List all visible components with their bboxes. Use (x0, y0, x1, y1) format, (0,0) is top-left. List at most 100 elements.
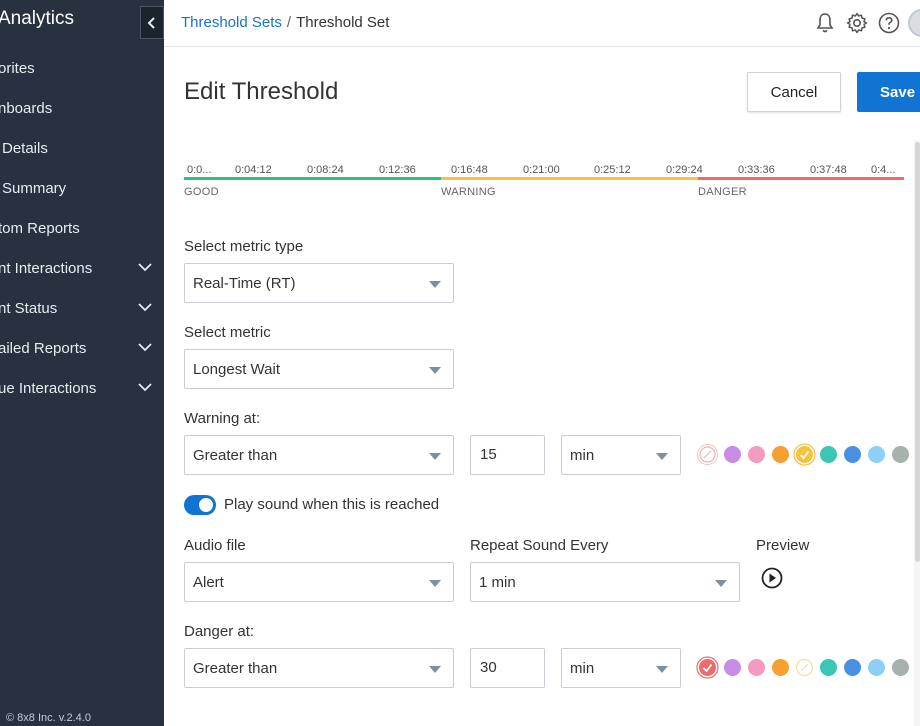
swatch-light-blue[interactable] (868, 446, 885, 463)
timeline-tick: 0:16:48 (451, 164, 488, 176)
chevron-down-icon (138, 343, 152, 352)
caret-down-icon (429, 580, 441, 587)
timeline-bar-warning (441, 177, 698, 180)
breadcrumb-threshold-sets-link[interactable]: Threshold Sets (181, 14, 282, 31)
scrollbar-thumb[interactable] (915, 142, 920, 562)
sidebar-item-agent-interactions[interactable]: nt Interactions (0, 248, 164, 288)
timeline-tick: 0:04:12 (235, 164, 272, 176)
sidebar-item-queue-interactions[interactable]: ue Interactions (0, 368, 164, 408)
breadcrumb: Threshold Sets / Threshold Set (181, 14, 389, 31)
caret-down-icon (656, 453, 668, 460)
repeat-sound-select[interactable]: 1 min (470, 562, 740, 602)
warning-unit-value: min (570, 447, 595, 464)
sidebar-item-label: nt Status (0, 299, 58, 317)
timeline-bar-good (184, 177, 441, 180)
play-sound-toggle[interactable] (184, 495, 216, 515)
metric-select[interactable]: Longest Wait (184, 349, 454, 389)
swatch-orange[interactable] (772, 446, 789, 463)
swatch-blue[interactable] (844, 659, 861, 676)
caret-down-icon (429, 281, 441, 288)
audio-file-label: Audio file (184, 537, 246, 554)
warning-condition-value: Greater than (193, 447, 278, 464)
danger-value-input[interactable]: 30 (470, 648, 545, 688)
play-sound-label: Play sound when this is reached (224, 496, 440, 513)
sidebar-item-label: ue Interactions (0, 379, 97, 397)
danger-condition-select[interactable]: Greater than (184, 648, 454, 688)
caret-down-icon (656, 666, 668, 673)
app-root: Analytics orites nboards Details Summary… (0, 0, 920, 726)
metric-value: Longest Wait (193, 361, 280, 378)
swatch-purple[interactable] (724, 659, 741, 676)
swatch-pink[interactable] (748, 446, 765, 463)
sidebar-item-summary[interactable]: Summary (0, 168, 164, 208)
avatar[interactable] (908, 9, 920, 37)
sidebar-nav: orites nboards Details Summary tom Repor… (0, 48, 164, 408)
zone-label-danger: DANGER (698, 186, 747, 198)
swatch-none[interactable] (697, 444, 718, 465)
timeline-tick: 0:33:36 (738, 164, 775, 176)
gear-icon[interactable] (845, 11, 869, 35)
caret-down-icon (715, 580, 727, 587)
version-footer: © 8x8 Inc. v.2.4.0 (6, 712, 91, 724)
timeline-bar-danger (698, 177, 904, 180)
warning-label: Warning at: (184, 410, 261, 427)
cancel-button[interactable]: Cancel (747, 72, 841, 112)
metric-label: Select metric (184, 324, 271, 341)
swatch-teal[interactable] (820, 659, 837, 676)
swatch-pink[interactable] (748, 659, 765, 676)
repeat-sound-label: Repeat Sound Every (470, 537, 609, 554)
main-content: Edit Threshold Cancel Save 0:0... 0:04:1… (164, 48, 920, 726)
swatch-gray[interactable] (892, 659, 909, 676)
bell-icon[interactable] (813, 11, 837, 35)
swatch-purple[interactable] (724, 446, 741, 463)
help-icon[interactable] (877, 11, 901, 35)
sidebar-item-agent-status[interactable]: nt Status (0, 288, 164, 328)
warning-value-input[interactable]: 15 (470, 435, 545, 475)
sidebar-item-label: tom Reports (0, 219, 80, 237)
swatch-teal[interactable] (820, 446, 837, 463)
breadcrumb-current: Threshold Set (296, 14, 390, 31)
swatch-gray[interactable] (892, 446, 909, 463)
sidebar-item-details[interactable]: Details (0, 128, 164, 168)
danger-label: Danger at: (184, 623, 255, 640)
metric-type-value: Real-Time (RT) (193, 275, 296, 292)
sidebar-item-dashboards[interactable]: nboards (0, 88, 164, 128)
toggle-knob (199, 498, 213, 512)
top-bar: Threshold Sets / Threshold Set (164, 0, 920, 47)
caret-down-icon (429, 666, 441, 673)
sidebar: Analytics orites nboards Details Summary… (0, 0, 164, 726)
swatch-light-blue[interactable] (868, 659, 885, 676)
sidebar-item-label: nt Interactions (0, 259, 93, 277)
zone-label-warning: WARNING (441, 186, 496, 198)
chevron-down-icon (138, 303, 152, 312)
sidebar-item-custom-reports[interactable]: tom Reports (0, 208, 164, 248)
sidebar-item-label: nboards (0, 99, 53, 117)
timeline-tick: 0:4... (871, 164, 896, 176)
play-preview-icon[interactable] (761, 567, 783, 589)
swatch-none[interactable] (795, 658, 814, 677)
danger-condition-value: Greater than (193, 660, 278, 677)
metric-type-select[interactable]: Real-Time (RT) (184, 263, 454, 303)
caret-down-icon (429, 453, 441, 460)
sidebar-item-detailed-reports[interactable]: ailed Reports (0, 328, 164, 368)
warning-unit-select[interactable]: min (561, 435, 681, 475)
swatch-blue[interactable] (844, 446, 861, 463)
zone-label-good: GOOD (184, 186, 219, 198)
swatch-red-selected[interactable] (696, 656, 719, 679)
swatch-orange[interactable] (772, 659, 789, 676)
repeat-sound-value: 1 min (479, 574, 516, 591)
caret-down-icon (429, 367, 441, 374)
audio-file-value: Alert (193, 574, 224, 591)
danger-unit-value: min (570, 660, 595, 677)
collapse-sidebar-button[interactable] (140, 6, 164, 39)
swatch-yellow-selected[interactable] (793, 443, 816, 466)
sidebar-item-favorites[interactable]: orites (0, 48, 164, 88)
audio-file-select[interactable]: Alert (184, 562, 454, 602)
save-button[interactable]: Save (857, 72, 920, 112)
timeline-tick: 0:12:36 (379, 164, 416, 176)
timeline-tick: 0:21:00 (523, 164, 560, 176)
sidebar-item-label: Summary (2, 179, 67, 197)
danger-unit-select[interactable]: min (561, 648, 681, 688)
warning-condition-select[interactable]: Greater than (184, 435, 454, 475)
page-title: Edit Threshold (184, 78, 339, 105)
